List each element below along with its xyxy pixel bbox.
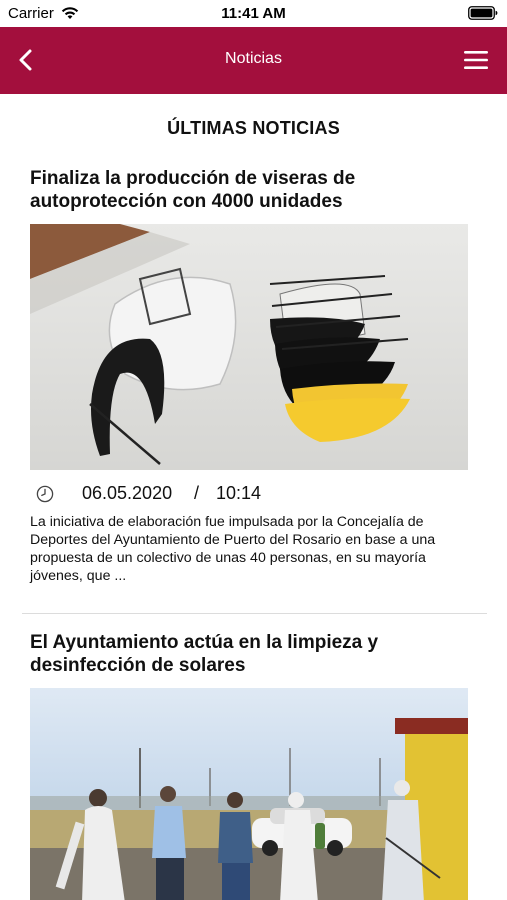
nav-title: Noticias [225,50,282,67]
navigation-bar: Noticias [0,27,507,94]
battery-icon [468,6,498,20]
article-divider [22,613,487,614]
article-title[interactable]: Finaliza la producción de viseras de aut… [30,167,470,213]
clock-icon [36,485,54,503]
section-title: ÚLTIMAS NOTICIAS [167,118,340,138]
news-article[interactable]: El Ayuntamiento actúa en la limpieza y d… [30,631,470,900]
news-article[interactable]: Finaliza la producción de viseras de aut… [30,167,470,607]
status-bar: Carrier 11:41 AM [0,0,507,27]
article-excerpt: La iniciativa de elaboración fue impulsa… [30,514,436,584]
article-image-workers-cleaning[interactable] [30,688,468,900]
article-date: 06.05.2020 [82,483,173,503]
article-time: 10:14 [216,483,262,503]
article-image-face-shields[interactable] [30,224,468,470]
date-time-separator: / [194,483,200,503]
article-meta: 06.05.2020 / 10:14 [30,483,470,507]
article-title[interactable]: El Ayuntamiento actúa en la limpieza y d… [30,631,470,677]
hamburger-menu-icon[interactable] [463,47,489,73]
status-time: 11:41 AM [221,5,286,22]
